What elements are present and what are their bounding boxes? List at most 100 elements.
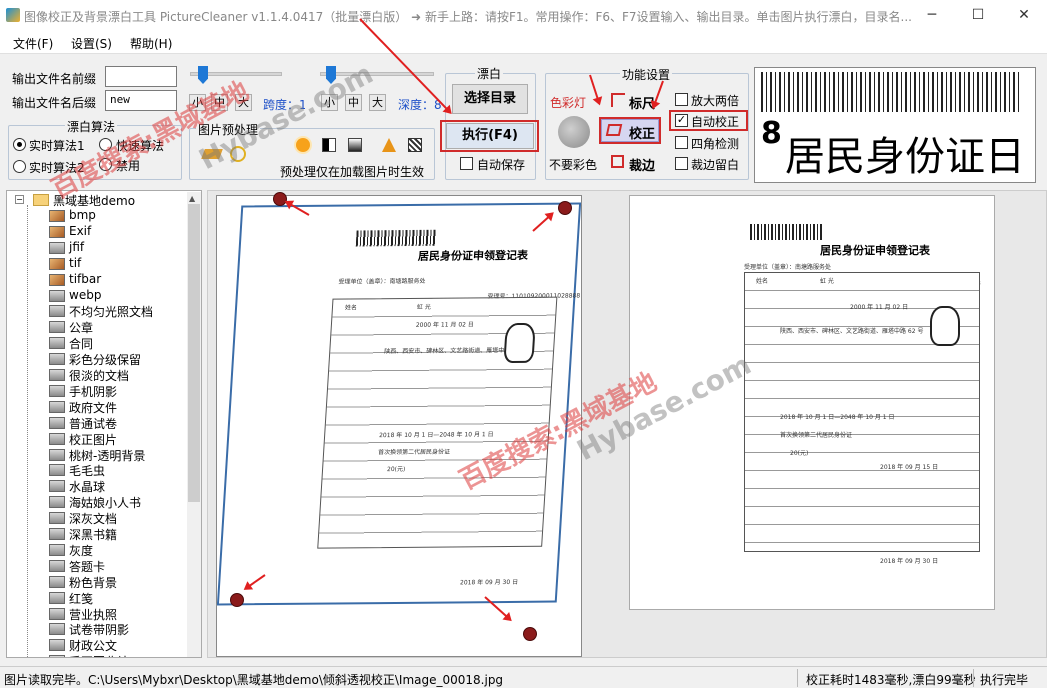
menu-help[interactable]: 帮助(H) — [130, 35, 172, 52]
tree-item-label: 公章 — [69, 321, 94, 336]
tree-item-label: 政府文件 — [69, 400, 118, 415]
menu-settings[interactable]: 设置(S) — [71, 35, 112, 52]
folder-thumbnail-icon — [49, 591, 65, 604]
tree-item-label: 手写回收站 — [69, 653, 129, 657]
result-image-frame[interactable]: 居民身份证申领登记表 受理单位（盖章）：南塘路服务处 受理号：110109200… — [629, 195, 995, 610]
depth-large-button[interactable]: 大 — [369, 94, 386, 111]
folder-thumbnail-icon — [49, 623, 65, 636]
tree-guide-line — [27, 205, 28, 657]
zoom2x-checkbox[interactable] — [675, 93, 688, 106]
corner-handle-br[interactable] — [523, 627, 537, 641]
algo-radio-realtime1[interactable] — [13, 138, 26, 151]
tree-item-label: 不均匀光照文档 — [69, 305, 154, 320]
result-barcode — [750, 224, 824, 240]
tree-item-label: 深黑书籍 — [69, 528, 118, 542]
folder-tree[interactable]: − 黑域基地demo bmp Exif jfif tif tifbar webp 不均匀光照… — [6, 190, 202, 658]
image-panel: ◂ 居民身份证申领登记表 受理单位（盖章）：南塘路服务处 受理号：1101092… — [207, 190, 1047, 658]
source-reason-value: 首次换领第二代居民身份证 — [377, 448, 451, 457]
tree-item-label: 粉色背景 — [69, 575, 118, 590]
folder-thumbnail-icon — [49, 559, 65, 572]
maximize-button[interactable]: ☐ — [955, 0, 1001, 30]
close-button[interactable]: ✕ — [1001, 0, 1047, 30]
suffix-label: 输出文件名后缀 — [12, 96, 97, 110]
brightness-icon[interactable] — [296, 138, 310, 152]
algo-radio-disable[interactable] — [99, 158, 112, 171]
sharpen-icon[interactable] — [382, 138, 396, 152]
depth-small-button[interactable]: 小 — [321, 94, 338, 111]
crop-icon[interactable] — [611, 155, 624, 168]
scrollbar-thumb[interactable] — [188, 204, 200, 502]
menu-file[interactable]: 文件(F) — [13, 35, 53, 52]
corner-detect-label: 四角检测 — [691, 137, 740, 151]
collapse-icon[interactable]: − — [15, 195, 24, 204]
span-small-button[interactable]: 小 — [189, 94, 206, 111]
folder-thumbnail-icon — [49, 496, 65, 509]
status-path: 图片读取完毕。C:\Users\Mybxr\Desktop\黑域基地demo\倾… — [4, 673, 504, 687]
span-large-button[interactable]: 大 — [235, 94, 252, 111]
scroll-up-icon[interactable]: ▲ — [189, 194, 195, 203]
corner-detect-checkbox[interactable] — [675, 136, 688, 149]
crop-label[interactable]: 裁边 — [629, 155, 655, 174]
prefix-input[interactable] — [105, 66, 177, 87]
algo-radio-fast[interactable] — [99, 138, 112, 151]
result-birth-value: 2000 年 11 月 02 日 — [850, 304, 909, 311]
gradient-icon[interactable] — [348, 138, 362, 152]
zoom-preview: 8 居民身份证日 — [754, 67, 1036, 183]
result-name-value: 虹 光 — [820, 278, 834, 285]
preview-mark: 8 — [761, 116, 782, 151]
corner-handle-bl[interactable] — [230, 593, 244, 607]
select-dir-button[interactable]: 选择目录 — [452, 84, 528, 114]
folder-thumbnail-icon — [49, 639, 65, 652]
execute-button[interactable]: 执行(F4) — [446, 123, 534, 149]
color-light-label: 色彩灯 — [550, 96, 587, 110]
depth-slider-track[interactable] — [320, 72, 434, 76]
source-image-frame[interactable]: 居民身份证申领登记表 受理单位（盖章）：南塘路服务处 受理号：110109200… — [216, 192, 582, 657]
span-slider-thumb[interactable] — [198, 66, 208, 84]
menu-bar: 文件(F) 设置(S) 帮助(H) — [0, 30, 1047, 54]
span-medium-button[interactable]: 中 — [211, 94, 228, 111]
tree-item-label: bmp — [69, 208, 96, 222]
folder-thumbnail-icon — [49, 305, 65, 318]
tree-item-label: 手机阴影 — [69, 384, 118, 399]
tree-item-label: 彩色分级保留 — [69, 353, 142, 368]
depth-slider-thumb[interactable] — [326, 66, 336, 84]
tree-item-label: 海姑娘小人书 — [69, 496, 142, 511]
hammer-icon[interactable] — [201, 149, 223, 159]
algo-radio-realtime2[interactable] — [13, 160, 26, 173]
autosave-checkbox[interactable] — [460, 157, 473, 170]
depth-medium-button[interactable]: 中 — [345, 94, 362, 111]
preprocess-note: 预处理仅在加载图片时生效 — [280, 165, 425, 179]
minimize-button[interactable]: ─ — [909, 0, 955, 30]
result-name-label: 姓名 — [756, 278, 769, 285]
result-portrait — [930, 306, 960, 346]
source-name-label: 姓名 — [344, 304, 358, 312]
noise-icon[interactable] — [408, 138, 422, 152]
corner-handle-tr[interactable] — [558, 201, 572, 215]
status-bar: 图片读取完毕。C:\Users\Mybxr\Desktop\黑域基地demo\倾… — [0, 666, 1047, 688]
suffix-input[interactable]: new — [105, 90, 177, 111]
status-divider-2 — [973, 669, 974, 687]
source-name-value: 虹 光 — [416, 303, 432, 311]
folder-thumbnail-icon — [49, 241, 65, 254]
folder-thumbnail-icon — [49, 416, 65, 429]
preview-text: 居民身份证日 — [785, 134, 1025, 180]
tree-item-label: 试卷带阴影 — [69, 623, 130, 638]
color-light-icon[interactable] — [558, 116, 590, 148]
ring-icon[interactable] — [230, 146, 246, 162]
folder-thumbnail-icon — [49, 369, 65, 381]
app-icon — [6, 8, 20, 22]
tree-scrollbar[interactable]: ▲ — [187, 192, 201, 657]
folder-thumbnail-icon — [49, 464, 65, 477]
span-value: 跨度：1 — [263, 98, 305, 112]
ruler-icon[interactable] — [611, 93, 625, 107]
result-doc-unit: 受理单位（盖章）：南塘路服务处 — [744, 264, 832, 271]
autocorrect-checkbox[interactable]: ✓ — [675, 114, 688, 127]
tree-item-label: webp — [69, 287, 102, 302]
tree-item-label: tif — [69, 255, 82, 270]
contrast-icon[interactable] — [322, 138, 336, 152]
tree-item-label: 深灰文档 — [69, 512, 118, 527]
crop-margin-checkbox[interactable] — [675, 157, 688, 170]
algo-label-realtime1: 实时算法1 — [29, 139, 85, 153]
algo-label-disable: 禁用 — [116, 159, 141, 173]
algo-title: 漂白算法 — [65, 118, 118, 135]
